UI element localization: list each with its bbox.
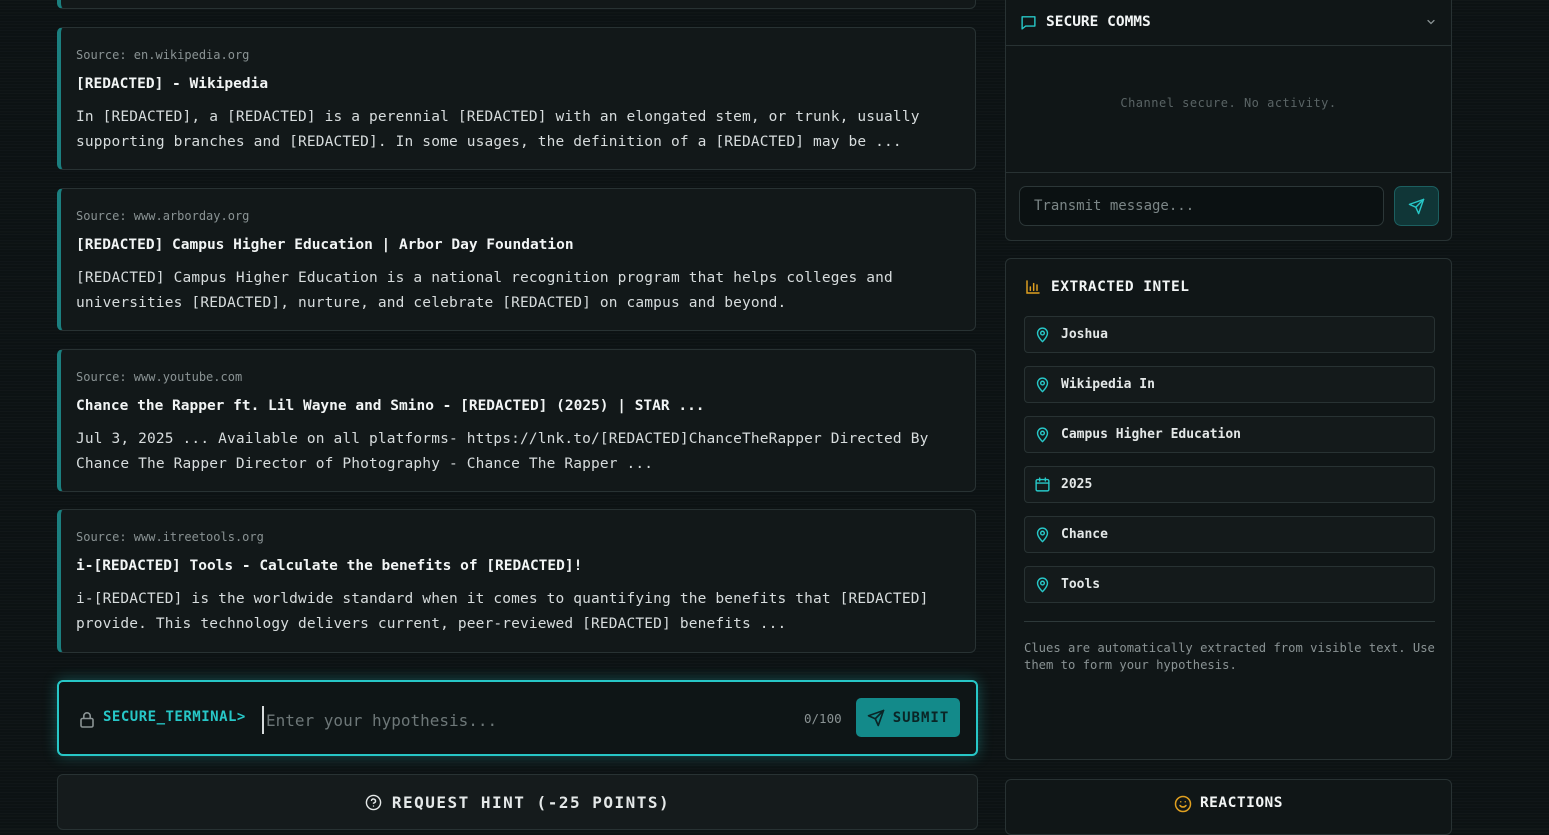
clue-label: 2025	[1061, 477, 1093, 492]
divider	[1024, 621, 1435, 622]
hypothesis-terminal: SECURE_TERMINAL> 0/100 SUBMIT	[57, 680, 978, 756]
clue-label: Tools	[1061, 577, 1101, 592]
submit-label: SUBMIT	[892, 709, 950, 726]
clue-label: Campus Higher Education	[1061, 427, 1242, 442]
comms-empty-state: Channel secure. No activity.	[1120, 96, 1337, 110]
clue-label: Joshua	[1061, 327, 1108, 342]
map-pin-icon	[1034, 376, 1051, 393]
request-hint-button[interactable]: REQUEST HINT (-25 POINTS)	[57, 774, 978, 830]
intel-header: EXTRACTED INTEL	[1025, 279, 1189, 295]
result-source: Source: www.arborday.org	[76, 209, 250, 223]
lock-icon	[79, 711, 95, 728]
send-message-button[interactable]	[1394, 186, 1439, 226]
map-pin-icon	[1034, 326, 1051, 343]
search-result-card[interactable]: Source: www.arborday.org [REDACTED] Camp…	[57, 188, 976, 331]
submit-button[interactable]: SUBMIT	[856, 698, 960, 737]
search-result-card[interactable]: Source: en.wikipedia.org [REDACTED] - Wi…	[57, 27, 976, 170]
clue-item[interactable]: Campus Higher Education	[1024, 416, 1435, 453]
map-pin-icon	[1034, 426, 1051, 443]
hypothesis-input[interactable]	[262, 706, 788, 734]
clue-item[interactable]: Wikipedia In	[1024, 366, 1435, 403]
result-source: Source: en.wikipedia.org	[76, 48, 250, 62]
secure-comms-panel: SECURE COMMS Channel secure. No activity…	[1005, 0, 1452, 241]
character-counter: 0/100	[804, 711, 842, 726]
extracted-intel-panel: EXTRACTED INTEL Joshua Wikipedia In Camp…	[1005, 258, 1452, 760]
smile-icon	[1174, 795, 1192, 813]
result-snippet: [REDACTED] Campus Higher Education is a …	[76, 270, 893, 311]
reactions-label: REACTIONS	[1199, 795, 1284, 811]
comms-title: SECURE COMMS	[1046, 14, 1151, 30]
result-card-partial	[57, 0, 976, 9]
result-snippet: i-[REDACTED] is the worldwide standard w…	[76, 591, 929, 632]
divider	[1006, 172, 1451, 173]
reactions-button[interactable]: REACTIONS	[1005, 779, 1452, 835]
send-icon	[1408, 198, 1425, 215]
help-circle-icon	[365, 794, 382, 811]
terminal-prompt: SECURE_TERMINAL>	[103, 709, 246, 725]
intel-note: Clues are automatically extracted from v…	[1024, 641, 1435, 672]
clue-label: Wikipedia In	[1061, 377, 1155, 392]
result-source: Source: www.youtube.com	[76, 370, 243, 384]
hint-label: REQUEST HINT (-25 POINTS)	[391, 792, 671, 812]
search-result-card[interactable]: Source: www.itreetools.org i-[REDACTED] …	[57, 509, 976, 653]
intel-title: EXTRACTED INTEL	[1051, 279, 1190, 295]
message-input[interactable]	[1019, 186, 1384, 226]
chevron-down-icon[interactable]	[1425, 16, 1437, 28]
chat-icon	[1020, 14, 1037, 31]
clue-item[interactable]: Tools	[1024, 566, 1435, 603]
comms-header[interactable]: SECURE COMMS	[1020, 11, 1437, 33]
result-title[interactable]: Chance the Rapper ft. Lil Wayne and Smin…	[76, 396, 959, 416]
result-snippet: In [REDACTED], a [REDACTED] is a perenni…	[76, 109, 920, 150]
divider	[1006, 45, 1451, 46]
result-source: Source: www.itreetools.org	[76, 530, 264, 544]
map-pin-icon	[1034, 526, 1051, 543]
result-snippet: Jul 3, 2025 ... Available on all platfor…	[76, 431, 929, 472]
clue-item[interactable]: 2025	[1024, 466, 1435, 503]
clue-item[interactable]: Chance	[1024, 516, 1435, 553]
bar-chart-icon	[1025, 279, 1041, 295]
result-title[interactable]: [REDACTED] Campus Higher Education | Arb…	[76, 235, 959, 255]
send-icon	[867, 709, 885, 727]
calendar-icon	[1034, 476, 1051, 493]
clue-item[interactable]: Joshua	[1024, 316, 1435, 353]
search-result-card[interactable]: Source: www.youtube.com Chance the Rappe…	[57, 349, 976, 492]
clue-label: Chance	[1061, 527, 1108, 542]
result-title[interactable]: [REDACTED] - Wikipedia	[76, 74, 959, 94]
map-pin-icon	[1034, 576, 1051, 593]
result-title[interactable]: i-[REDACTED] Tools - Calculate the benef…	[76, 556, 959, 576]
